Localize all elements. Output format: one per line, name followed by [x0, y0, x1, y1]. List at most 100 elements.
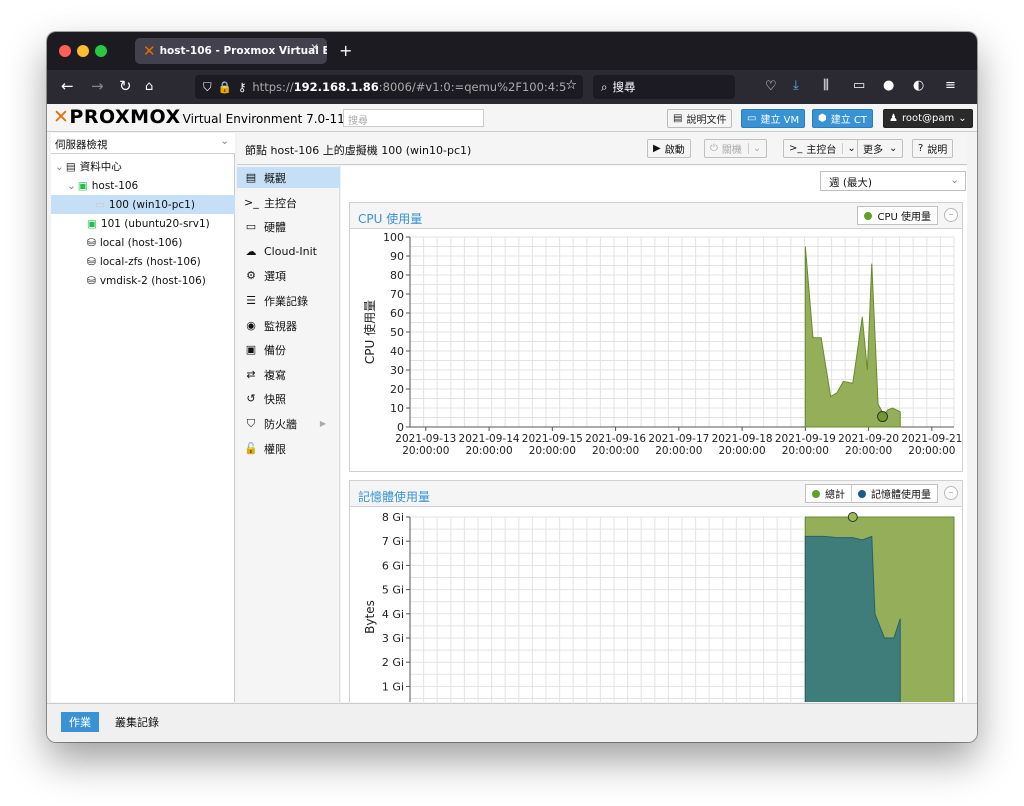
tree-item-storage-local-zfs[interactable]: ⛁ local-zfs (host-106) [51, 252, 235, 271]
gear-icon: ⚙ [246, 269, 256, 282]
menu-item-task-history[interactable]: ☰ 作業記錄 [237, 290, 340, 311]
y-tick-label: 60 [390, 307, 404, 320]
legend-total[interactable]: 總計 [806, 485, 852, 502]
create-ct-button[interactable]: ⬢ 建立 CT [812, 109, 874, 128]
tree-item-vm-101[interactable]: ▣ 101 (ubuntu20-srv1) [51, 214, 235, 233]
shield-icon: ⛉ [203, 79, 212, 94]
menu-item-cloud-init[interactable]: ☁ Cloud-Init [237, 241, 340, 262]
menu-item-replication[interactable]: ⇄ 複寫 [237, 364, 340, 385]
back-icon[interactable]: ← [61, 77, 74, 95]
url-rest: :8006/#v1:0:=qemu%2F100:4:5 [378, 80, 567, 94]
browser-tab[interactable]: ✕ host-106 - Proxmox Virtual Envir ✕ [135, 38, 327, 64]
extension-icon[interactable]: ◐ [913, 78, 924, 93]
proxmox-favicon-icon: ✕ [143, 42, 156, 60]
menu-item-snapshots[interactable]: ↺ 快照 [237, 388, 340, 409]
forward-icon[interactable]: → [91, 77, 104, 95]
docs-button[interactable]: ▤ 說明文件 [667, 109, 733, 128]
more-button[interactable]: 更多 ⌄ [857, 139, 904, 158]
close-window-button[interactable] [59, 45, 71, 57]
y-tick-label: 50 [390, 326, 404, 339]
lock-warning-icon: 🔒 [217, 80, 232, 94]
tree-item-vm-100[interactable]: ▭ 100 (win10-pc1) [51, 195, 235, 214]
book-icon: ▤ [245, 171, 257, 184]
menu-item-backup[interactable]: ▣ 備份 [237, 339, 340, 360]
app-menu-icon[interactable]: ≡ [945, 78, 956, 93]
downloads-icon[interactable]: ⤓ [793, 78, 799, 93]
legend-memory-used[interactable]: 記憶體使用量 [852, 486, 937, 501]
pve-search-input[interactable]: 搜尋 [343, 109, 484, 127]
start-button[interactable]: ▶ 啟動 [647, 139, 691, 158]
menu-item-firewall[interactable]: ⛉ 防火牆 ▶ [237, 413, 340, 434]
home-icon[interactable]: ⌂ [145, 79, 153, 94]
y-tick-label: 1 Gi [382, 680, 404, 693]
storage-icon: ⛁ [87, 236, 96, 249]
tab-tasks[interactable]: 作業 [61, 712, 99, 732]
retweet-icon: ⇄ [246, 368, 256, 381]
tree-item-storage-local[interactable]: ⛁ local (host-106) [51, 233, 235, 252]
cpu-legend-item[interactable]: CPU 使用量 [857, 206, 938, 225]
user-menu-button[interactable]: ♟ root@pam ⌄ [883, 109, 973, 128]
x-tick-label-time: 20:00:00 [908, 445, 955, 457]
y-axis-label: Bytes [363, 600, 377, 634]
question-icon: ? [918, 143, 924, 154]
shutdown-button[interactable]: ⏻ 關機 ⌄ [704, 139, 768, 158]
y-tick-label: 40 [390, 345, 404, 358]
y-tick-label: 8 Gi [382, 511, 404, 524]
power-icon: ⏻ [710, 143, 718, 154]
x-tick-label-time: 20:00:00 [845, 445, 892, 457]
collapse-icon[interactable]: – [944, 486, 958, 500]
x-tick-label-time: 20:00:00 [402, 445, 449, 457]
collapse-icon[interactable]: – [944, 208, 958, 222]
x-tick-label-time: 20:00:00 [719, 445, 766, 457]
x-tick-label-date: 2021-09-13 [395, 433, 456, 445]
sidebar-icon[interactable]: ▭ [853, 78, 865, 93]
menu-item-summary[interactable]: ▤ 概觀 [237, 167, 340, 188]
console-button[interactable]: >_ 主控台 ⌄ [783, 139, 862, 158]
account-icon[interactable]: ● [883, 78, 894, 93]
memory-usage-panel: 記憶體使用量 總計 記憶體使用量 – 1 Gi 2 Gi 3 Gi 4 Gi 5 Gi 6… [349, 480, 963, 702]
tree-item-host-106[interactable]: ⌄ ▣ host-106 [51, 176, 235, 195]
help-button[interactable]: ? 說明 [912, 139, 954, 158]
timeframe-select[interactable]: 週 (最大) ⌄ [820, 171, 966, 191]
y-tick-label: 7 Gi [382, 535, 404, 548]
tree-item-datacenter[interactable]: ⌄ ▤ 資料中心 [51, 157, 235, 176]
vm-toolbar: 節點 host-106 上的虛擬機 100 (win10-pc1) ▶ 啟動 ⏻ 關… [237, 133, 967, 165]
menu-item-options[interactable]: ⚙ 選項 [237, 265, 340, 286]
breadcrumb: 節點 host-106 上的虛擬機 100 (win10-pc1) [245, 144, 472, 157]
menu-item-permissions[interactable]: 🔓 權限 [237, 438, 340, 459]
tab-cluster-log[interactable]: 叢集記錄 [107, 712, 167, 732]
x-tick-label-date: 2021-09-19 [775, 433, 836, 445]
x-tick-label-date: 2021-09-21 [901, 433, 962, 445]
view-selector[interactable]: 伺服器檢視 ⌄ [51, 133, 235, 154]
browser-search-field[interactable]: ⌕ 搜尋 [593, 75, 735, 99]
node-online-icon: ▣ [77, 179, 88, 192]
bookmark-star-icon[interactable]: ☆ [565, 78, 577, 93]
y-tick-label: 10 [390, 402, 404, 415]
tab-title: host-106 - Proxmox Virtual Envir [159, 45, 327, 57]
reload-icon[interactable]: ↻ [119, 77, 132, 95]
tree-item-storage-vmdisk-2[interactable]: ⛁ vmdisk-2 (host-106) [51, 271, 235, 290]
memory-legend: 總計 記憶體使用量 [805, 484, 938, 503]
vm-stopped-icon: ▭ [95, 198, 105, 211]
menu-item-monitor[interactable]: ◉ 監視器 [237, 315, 340, 336]
menu-item-hardware[interactable]: ▭ 硬體 [237, 216, 340, 237]
user-icon: ♟ [889, 113, 898, 124]
address-bar[interactable]: ⛉ 🔒 ⚷ https://192.168.1.86:8006/#v1:0:=q… [195, 75, 583, 99]
cloud-icon: ☁ [245, 245, 257, 258]
minimize-window-button[interactable] [77, 45, 89, 57]
chevron-down-icon: ⌄ [220, 135, 229, 147]
server-icon: ▤ [65, 160, 76, 173]
y-tick-label: 30 [390, 364, 404, 377]
create-vm-button[interactable]: ▭ 建立 VM [741, 109, 806, 128]
library-icon[interactable]: ⫼ [823, 78, 829, 93]
cpu-hover-point [877, 411, 889, 423]
x-tick-label-date: 2021-09-15 [522, 433, 583, 445]
new-tab-button[interactable]: + [339, 41, 352, 60]
menu-item-console[interactable]: >_ 主控台 [237, 192, 340, 213]
memory-hover-point [847, 512, 858, 522]
pocket-icon[interactable]: ♡ [765, 79, 777, 94]
y-tick-label: 4 Gi [382, 608, 404, 621]
close-tab-icon[interactable]: ✕ [310, 42, 319, 54]
zoom-window-button[interactable] [95, 45, 107, 57]
memory-chart: 1 Gi 2 Gi 3 Gi 4 Gi 5 Gi 6 Gi 7 Gi 8 Gi Bytes [363, 511, 955, 702]
